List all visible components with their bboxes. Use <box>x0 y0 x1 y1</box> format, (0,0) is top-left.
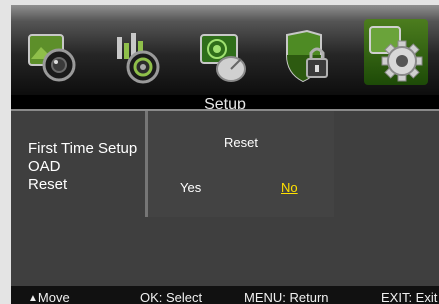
setup-gear-icon <box>369 26 423 82</box>
no-button[interactable]: No <box>281 180 298 195</box>
menu-icon-bar <box>11 5 439 95</box>
picture-icon <box>28 34 76 82</box>
menu-item-oad[interactable]: OAD <box>28 158 61 176</box>
menu-item-first-time-setup[interactable]: First Time Setup <box>28 140 137 158</box>
key-hint-bar: ▲︎Move OK: Select MENU: Return EXIT: Exi… <box>11 286 439 304</box>
menu-hint: MENU: Return <box>244 290 329 304</box>
move-hint-label: Move <box>37 290 70 304</box>
exit-hint: EXIT: Exit <box>381 290 438 304</box>
picture-menu-tab[interactable] <box>27 29 79 85</box>
lock-menu-tab[interactable] <box>281 29 333 85</box>
setup-menu-tab[interactable] <box>364 19 428 85</box>
menu-title-strip: Setup <box>11 95 439 111</box>
up-down-arrows-icon: ▲︎ <box>28 293 38 304</box>
lock-icon <box>286 29 328 83</box>
sound-icon <box>117 33 160 84</box>
menu-item-reset[interactable]: Reset <box>28 176 67 194</box>
menu-title: Setup <box>204 96 246 111</box>
yes-button[interactable]: Yes <box>180 180 201 195</box>
move-hint: ▲︎Move <box>28 291 70 304</box>
sound-menu-tab[interactable] <box>111 29 163 85</box>
channel-menu-tab[interactable] <box>197 29 249 85</box>
reset-confirm-dialog: Reset Yes No <box>145 111 334 217</box>
dialog-title: Reset <box>224 135 258 150</box>
tv-menu-screen: Setup First Time Setup OAD Reset Reset Y… <box>11 5 439 304</box>
channel-icon <box>200 34 246 82</box>
ok-hint: OK: Select <box>140 290 203 304</box>
